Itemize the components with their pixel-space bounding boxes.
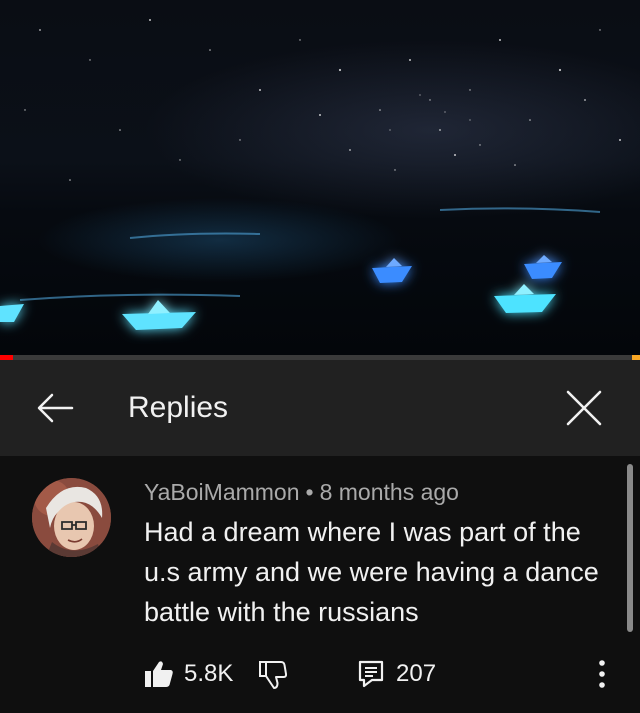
meta-separator: • [305,479,314,505]
comment-icon [358,660,384,688]
back-arrow-icon [37,393,74,423]
close-icon [566,390,602,426]
comment-actions: 5.8K 207 [0,654,640,696]
user-avatar-image [32,478,111,557]
back-button[interactable] [34,390,78,426]
page-title: Replies [128,391,229,424]
scrollbar[interactable] [627,464,633,632]
more-vert-icon [599,660,605,688]
reply-button[interactable]: 207 [358,654,436,694]
like-button[interactable]: 5.8K [144,654,233,694]
thumbs-down-icon [259,661,288,689]
replies-header: Replies [0,360,640,456]
more-options-button[interactable] [590,656,614,692]
close-button[interactable] [562,386,606,430]
dislike-button[interactable] [256,658,290,692]
avatar[interactable] [32,478,111,557]
thumbs-up-icon [145,661,173,687]
comment-meta: YaBoiMammon • 8 months ago [144,478,459,506]
reply-count: 207 [396,660,437,687]
comment-thread: YaBoiMammon • 8 months ago Had a dream whe… [0,456,640,713]
video-frame [0,19,621,330]
video-player[interactable] [0,0,640,357]
comment-body: Had a dream where I was part of the u.s … [144,517,599,627]
like-count: 5.8K [184,660,234,687]
comment-author[interactable]: YaBoiMammon [144,479,300,505]
comment-time: 8 months ago [319,479,459,505]
